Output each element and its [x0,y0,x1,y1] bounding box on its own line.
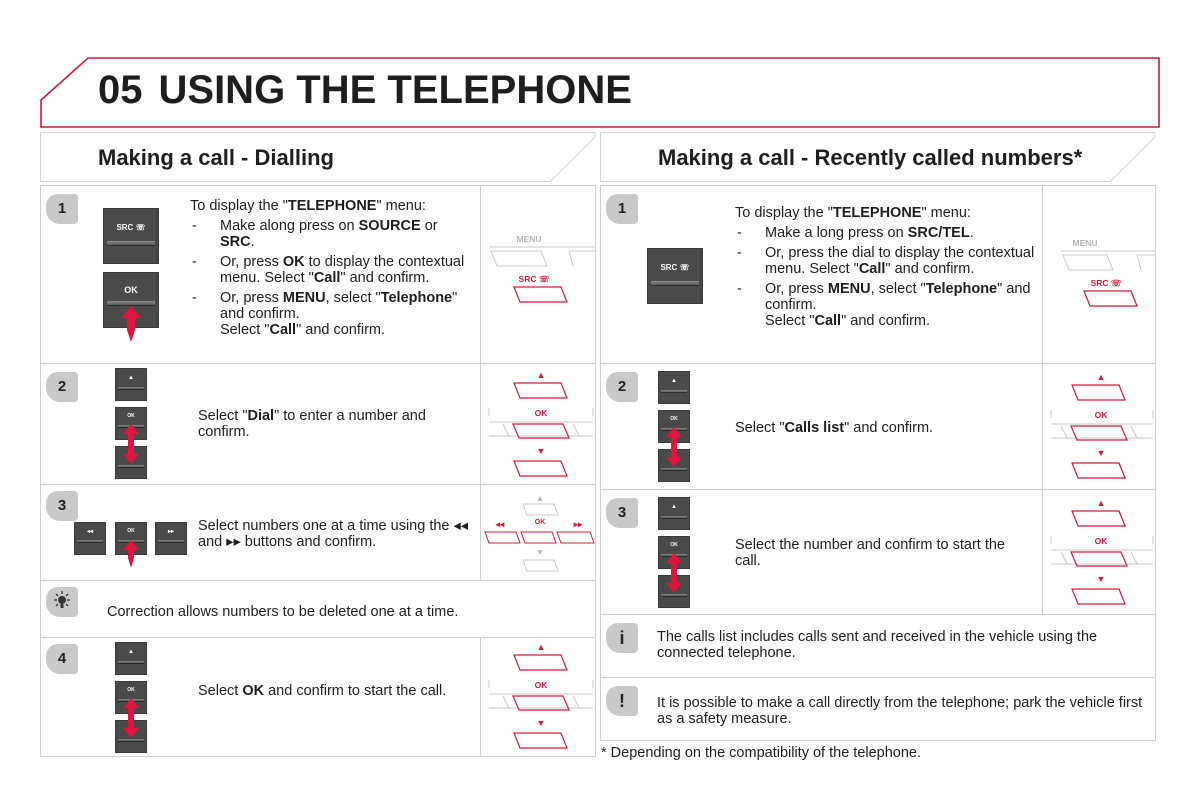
bullet: Or, press the dial to display the contex… [735,245,1035,277]
right-step-3: 3 ▲ OK ▼ Select the number and confirm t… [600,489,1156,615]
bullet: Or, press OK to display the contextual m… [190,254,475,286]
warning-text: It is possible to make a call directly f… [657,695,1143,727]
right-info-row: i The calls list includes calls sent and… [600,614,1156,678]
up-down-arrow-icon [666,553,682,593]
right-warning-row: ! It is possible to make a call directly… [600,677,1156,741]
left-step-4: 4 ▲ OK ▼ Select OK and confirm to start … [40,637,596,757]
press-arrow-icon [123,540,139,568]
step-badge: 1 [606,194,638,224]
left-section-header: Making a call - Dialling [40,132,596,182]
warning-icon: ! [606,686,638,716]
up-key: ▲ [115,368,147,401]
step-badge: 2 [606,372,638,402]
bullet: Make along press on SOURCE or SRC. [190,218,475,250]
bullet: Or, press MENU, select "Telephone" and c… [735,281,1035,329]
up-down-arrow-icon [123,698,139,738]
up-down-arrow-icon [666,427,682,467]
up-key: ▲ [658,497,690,530]
lightbulb-icon [46,587,78,617]
menu-src-diagram: MENU SRC ☏ [489,234,595,304]
step-text: Select the number and confirm to start t… [735,537,1005,569]
step-text: Select OK and confirm to start the call. [198,683,447,699]
navigation-diagram: ▲ OK ▼ [1049,498,1155,608]
tip-text: Correction allows numbers to be deleted … [107,604,459,620]
bullet: Or, press MENU, select "Telephone" and c… [190,290,475,338]
up-key: ▲ [115,642,147,675]
left-step-1: 1 SRC ☏ OK To display the "TELEPHONE" me… [40,185,596,364]
bullet: Make a long press on SRC/TEL. [735,225,1035,241]
up-down-arrow-icon [123,424,139,464]
step-text: Select "Calls list" and confirm. [735,420,934,436]
left-tip-row: Correction allows numbers to be deleted … [40,580,596,638]
left-step-3: 3 ◂◂ OK ▸▸ Select numbers one at a time … [40,484,596,581]
step-badge: 4 [46,644,78,674]
left-step-2: 2 ▲ OK ▼ Select "Dial" to enter a number… [40,363,596,485]
menu-src-diagram: MENU SRC ☏ [1061,238,1155,308]
info-text: The calls list includes calls sent and r… [657,629,1098,661]
right-section-title: Making a call - Recently called numbers* [658,145,1083,170]
right-step-1: 1 SRC ☏ To display the "TELEPHONE" menu:… [600,185,1156,364]
page-title: 05 USING THE TELEPHONE [98,68,632,113]
step-badge: 3 [46,491,78,521]
step-badge: 3 [606,498,638,528]
right-section-header: Making a call - Recently called numbers* [600,132,1156,182]
step-text: Select numbers one at a time using the ◂… [198,518,469,550]
step-badge: 1 [46,194,78,224]
step-text: To display the "TELEPHONE" menu: Make a … [735,205,1035,329]
info-icon: i [606,623,638,653]
navigation-diagram: ▲ OK ▼ [487,642,595,752]
navigation-diagram: ▲ OK ▼ [487,370,595,480]
navigation-diagram: ▲ OK ▼ [1049,372,1155,482]
step-badge: 2 [46,372,78,402]
chapter-title: USING THE TELEPHONE [158,68,632,112]
footnote: * Depending on the compatibility of the … [601,745,922,761]
forward-key: ▸▸ [155,522,187,555]
rewind-key: ◂◂ [74,522,106,555]
step-text: To display the "TELEPHONE" menu: Make al… [190,198,475,338]
step-text: Select "Dial" to enter a number and conf… [198,408,426,440]
right-step-2: 2 ▲ OK ▼ Select "Calls list" and confirm… [600,363,1156,490]
navigation-diagram: ▲ ◂◂ OK ▸▸ ▼ [484,493,596,575]
press-arrow-icon [121,306,141,342]
src-tel-key: SRC ☏ [647,248,703,304]
left-section-title: Making a call - Dialling [98,145,334,170]
src-key: SRC ☏ [103,208,159,264]
chapter-number: 05 [98,68,143,112]
up-key: ▲ [658,371,690,404]
